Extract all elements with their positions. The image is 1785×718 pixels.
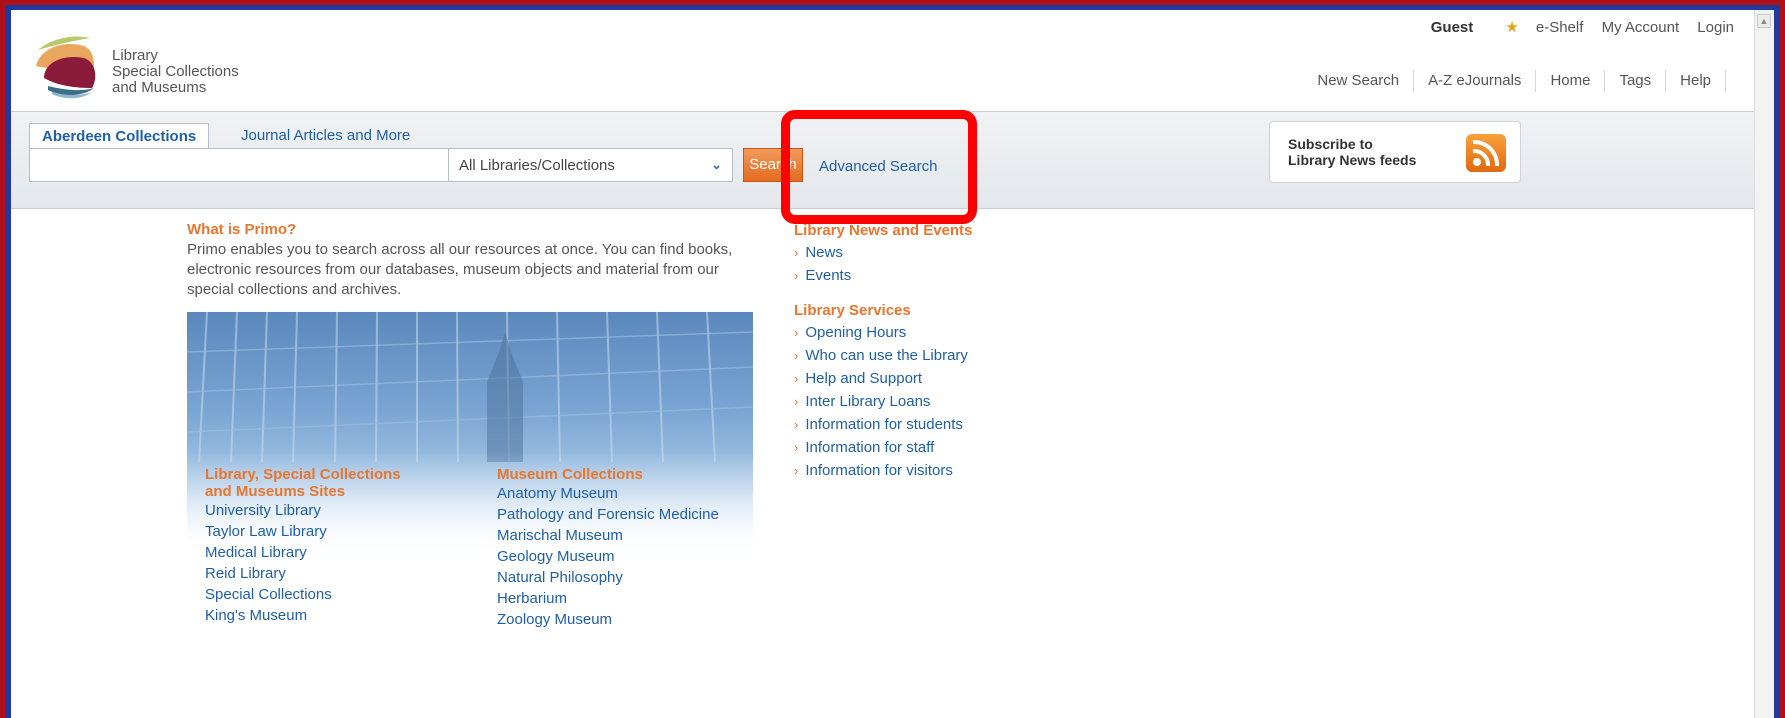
site-link[interactable]: University Library <box>205 500 401 521</box>
chevron-right-icon: › <box>794 417 799 432</box>
service-link-label: Information for visitors <box>805 462 953 479</box>
service-link-label: Information for staff <box>805 439 935 456</box>
service-link[interactable]: › Inter Library Loans <box>794 390 1094 413</box>
rss-line-2: Library News feeds <box>1288 152 1417 168</box>
museum-link[interactable]: Zoology Museum <box>497 609 719 630</box>
rss-text: Subscribe to Library News feeds <box>1288 136 1416 168</box>
chevron-right-icon: › <box>794 371 799 386</box>
service-link-label: Help and Support <box>805 370 923 387</box>
logo-line-3: and Museums <box>112 79 207 96</box>
chevron-right-icon: › <box>794 440 799 455</box>
scope-dropdown[interactable]: All Libraries/Collections ⌄ <box>449 148 733 182</box>
chevron-right-icon: › <box>794 268 799 283</box>
chevron-down-icon: ⌄ <box>711 157 722 172</box>
my-account-link[interactable]: My Account <box>1602 19 1680 36</box>
library-logo-icon <box>36 36 96 99</box>
intro-text: Primo enables you to search across all o… <box>187 241 733 298</box>
news-link-label: News <box>805 244 843 261</box>
service-link-label: Information for students <box>805 416 963 433</box>
site-link[interactable]: King's Museum <box>205 605 401 626</box>
chevron-right-icon: › <box>794 325 799 340</box>
site-link[interactable]: Reid Library <box>205 563 401 584</box>
scope-selected-value: All Libraries/Collections <box>459 157 615 174</box>
museum-link[interactable]: Pathology and Forensic Medicine <box>497 504 719 525</box>
museum-link[interactable]: Marischal Museum <box>497 525 719 546</box>
service-link-label: Opening Hours <box>805 324 907 341</box>
rss-subscribe-box[interactable]: Subscribe to Library News feeds <box>1269 121 1521 183</box>
events-link-label: Events <box>805 267 852 284</box>
nav-divider <box>1604 70 1606 92</box>
logo-line-2: Special Collections <box>112 63 239 80</box>
nav-divider <box>1665 70 1667 92</box>
annotation-highlight-box <box>781 110 977 224</box>
star-icon: ★ <box>1505 19 1519 36</box>
museum-link[interactable]: Geology Museum <box>497 546 719 567</box>
tab-journal-articles[interactable]: Journal Articles and More <box>229 123 422 149</box>
museum-link[interactable]: Natural Philosophy <box>497 567 719 588</box>
site-link[interactable]: Special Collections <box>205 584 401 605</box>
intro-title: What is Primo? <box>187 221 297 238</box>
service-link[interactable]: › Information for visitors <box>794 459 1094 482</box>
scroll-up-arrow-icon[interactable]: ▲ <box>1757 14 1771 28</box>
news-column: Library News and Events › News › Events Li… <box>794 221 1094 482</box>
service-link[interactable]: › Information for staff <box>794 436 1094 459</box>
services-heading: Library Services <box>794 302 911 319</box>
new-search-link[interactable]: New Search <box>1317 72 1399 89</box>
site-link[interactable]: Medical Library <box>205 542 401 563</box>
logo-text: Library Special Collections and Museums <box>112 48 239 96</box>
logo-line-1: Library <box>112 47 158 64</box>
guest-label: Guest <box>1430 19 1474 36</box>
chevron-right-icon: › <box>794 394 799 409</box>
ejournals-link[interactable]: A-Z eJournals <box>1428 72 1521 89</box>
user-bar: Guest ★ e-Shelf My Account Login <box>1417 18 1734 36</box>
eshelf-label: e-Shelf <box>1535 19 1584 36</box>
museum-link[interactable]: Herbarium <box>497 588 719 609</box>
tab-aberdeen-collections[interactable]: Aberdeen Collections <box>29 123 210 149</box>
browser-page: Library Special Collections and Museums … <box>11 10 1774 718</box>
home-link[interactable]: Home <box>1550 72 1590 89</box>
museum-link[interactable]: Anatomy Museum <box>497 483 719 504</box>
sites-column: Library, Special Collections and Museums… <box>205 466 401 626</box>
search-input[interactable] <box>29 148 449 182</box>
main-content: What is Primo? Primo enables you to sear… <box>11 210 1754 718</box>
service-link[interactable]: › Opening Hours <box>794 321 1094 344</box>
service-link-label: Inter Library Loans <box>805 393 931 410</box>
tags-link[interactable]: Tags <box>1619 72 1651 89</box>
events-link[interactable]: › Events <box>794 264 1094 287</box>
rss-feed-icon[interactable] <box>1466 134 1506 172</box>
service-link-label: Who can use the Library <box>805 347 968 364</box>
museums-column: Museum Collections Anatomy Museum Pathol… <box>497 466 719 630</box>
site-link[interactable]: Taylor Law Library <box>205 521 401 542</box>
eshelf-link[interactable]: ★ e-Shelf <box>1491 19 1583 36</box>
museums-heading: Museum Collections <box>497 466 643 483</box>
help-link[interactable]: Help <box>1680 72 1711 89</box>
sites-heading-line-1: Library, Special Collections <box>205 466 401 483</box>
chevron-right-icon: › <box>794 245 799 260</box>
login-link[interactable]: Login <box>1697 19 1734 36</box>
nav-divider <box>1535 70 1537 92</box>
news-heading: Library News and Events <box>794 222 973 239</box>
chevron-right-icon: › <box>794 348 799 363</box>
news-link[interactable]: › News <box>794 241 1094 264</box>
service-link[interactable]: › Who can use the Library <box>794 344 1094 367</box>
nav-divider <box>1725 70 1726 92</box>
nav-divider <box>1413 70 1415 92</box>
service-link[interactable]: › Information for students <box>794 413 1094 436</box>
vertical-scrollbar[interactable]: ▲ <box>1754 10 1774 718</box>
top-nav: New Search A-Z eJournals Home Tags Help <box>1317 70 1740 92</box>
service-link[interactable]: › Help and Support <box>794 367 1094 390</box>
sites-heading-line-2: and Museums Sites <box>205 483 346 500</box>
chevron-right-icon: › <box>794 463 799 478</box>
rss-line-1: Subscribe to <box>1288 136 1373 152</box>
